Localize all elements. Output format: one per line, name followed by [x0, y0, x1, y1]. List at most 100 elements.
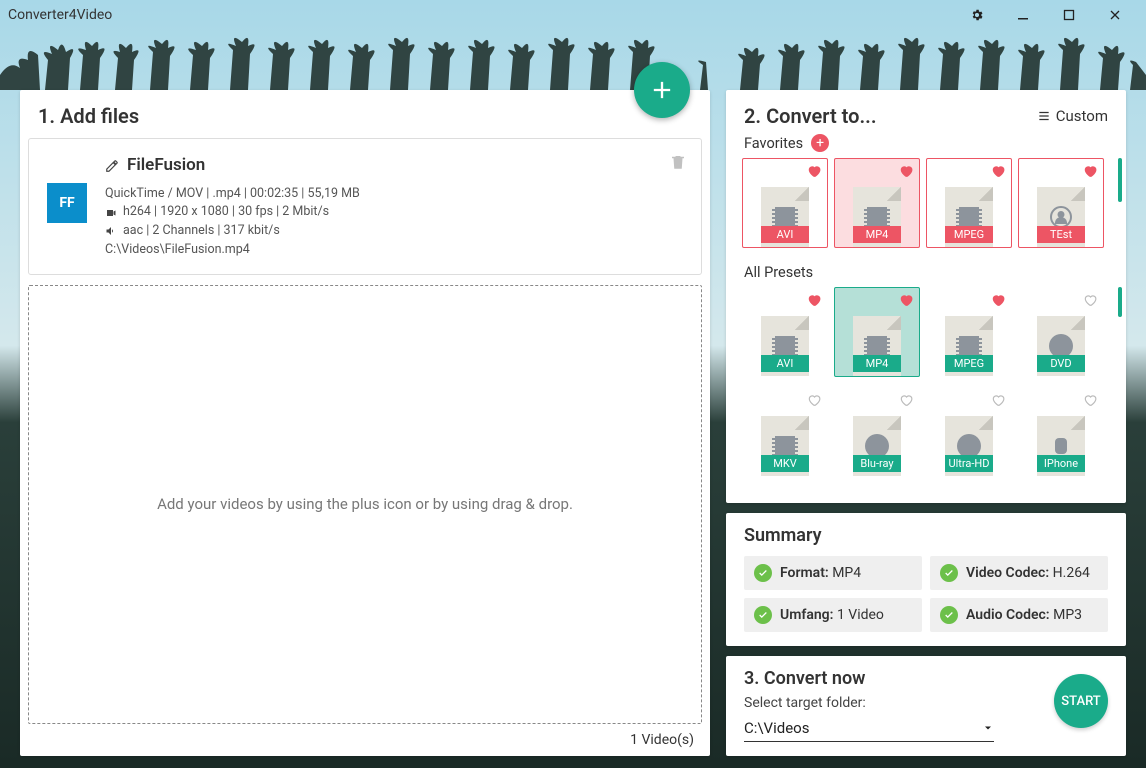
summary-umfang: Umfang: 1 Video	[744, 598, 922, 632]
close-icon	[1108, 8, 1122, 22]
chevron-down-icon	[982, 722, 994, 734]
preset-label: MKV	[761, 455, 809, 472]
preset-iphone[interactable]: IPhone	[1018, 387, 1104, 477]
preset-icon: Ultra-HD	[945, 416, 993, 476]
preset-icon: IPhone	[1037, 416, 1085, 476]
preset-label: MP4	[853, 226, 901, 243]
check-icon	[940, 606, 958, 624]
file-path: C:\Videos\FileFusion.mp4	[105, 241, 683, 260]
dropzone-text: Add your videos by using the plus icon o…	[157, 495, 573, 513]
favorite-toggle[interactable]	[991, 292, 1005, 311]
preset-label: Ultra-HD	[945, 455, 993, 472]
favorite-toggle[interactable]	[1083, 163, 1097, 182]
preset-label: MPEG	[945, 355, 993, 372]
summary-audio-codec: Audio Codec: MP3	[930, 598, 1108, 632]
preset-avi[interactable]: AVI	[742, 158, 828, 248]
plus-icon	[648, 76, 676, 104]
preset-mpeg[interactable]: MPEG	[926, 158, 1012, 248]
all-presets-label: All Presets	[726, 258, 1126, 287]
preset-label: TEst	[1037, 226, 1085, 243]
favorites-label: Favorites	[744, 135, 803, 152]
preset-label: AVI	[761, 355, 809, 372]
preset-label: MPEG	[945, 226, 993, 243]
favorite-toggle[interactable]	[991, 163, 1005, 182]
section-add-files-title: 1. Add files	[20, 90, 710, 138]
app-title: Converter4Video	[8, 7, 954, 23]
favorite-toggle[interactable]	[1083, 292, 1097, 311]
preset-label: DVD	[1037, 355, 1085, 372]
check-icon	[940, 564, 958, 582]
summary-panel: Summary Format: MP4 Video Codec: H.264 U…	[726, 513, 1126, 646]
delete-file-button[interactable]	[669, 153, 687, 175]
preset-label: AVI	[761, 226, 809, 243]
favorite-toggle[interactable]	[899, 292, 913, 311]
preset-icon: MP4	[853, 187, 901, 247]
titlebar: Converter4Video	[0, 0, 1146, 30]
favorites-scrollbar[interactable]	[1118, 158, 1122, 202]
file-meta-container: QuickTime / MOV | .mp4 | 00:02:35 | 55,1…	[105, 185, 683, 204]
preset-icon: MP4	[853, 316, 901, 376]
file-thumbnail: FF	[47, 183, 87, 223]
header-decoration	[0, 30, 1146, 90]
start-button[interactable]: START	[1054, 674, 1108, 728]
check-icon	[754, 606, 772, 624]
preset-icon: MPEG	[945, 316, 993, 376]
preset-icon: AVI	[761, 316, 809, 376]
preset-ultra-hd[interactable]: Ultra-HD	[926, 387, 1012, 477]
preset-test[interactable]: TEst	[1018, 158, 1104, 248]
minimize-icon	[1016, 8, 1030, 22]
preset-mpeg[interactable]: MPEG	[926, 287, 1012, 377]
favorite-toggle[interactable]	[807, 392, 821, 411]
convert-to-panel: 2. Convert to... Custom Favorites + AVI M…	[726, 90, 1126, 503]
file-meta-audio: aac | 2 Channels | 317 kbit/s	[123, 222, 280, 241]
summary-title: Summary	[744, 525, 1108, 546]
preset-icon: Blu-ray	[853, 416, 901, 476]
maximize-icon	[1062, 8, 1076, 22]
file-name: FileFusion	[127, 153, 205, 179]
favorite-toggle[interactable]	[807, 292, 821, 311]
dropzone[interactable]: Add your videos by using the plus icon o…	[28, 285, 702, 725]
maximize-button[interactable]	[1046, 0, 1092, 30]
settings-button[interactable]	[954, 0, 1000, 30]
add-favorite-button[interactable]: +	[811, 134, 829, 152]
file-count: 1 Video(s)	[20, 724, 710, 756]
favorite-toggle[interactable]	[899, 163, 913, 182]
preset-icon: DVD	[1037, 316, 1085, 376]
preset-icon: TEst	[1037, 187, 1085, 247]
gear-icon	[970, 8, 984, 22]
favorite-toggle[interactable]	[1083, 392, 1097, 411]
presets-scrollbar[interactable]	[1118, 287, 1122, 317]
add-files-panel: 1. Add files FF FileFusion QuickTime / M…	[20, 90, 710, 756]
favorite-toggle[interactable]	[991, 392, 1005, 411]
summary-format: Format: MP4	[744, 556, 922, 590]
target-folder-dropdown[interactable]: C:\Videos	[744, 715, 994, 742]
preset-dvd[interactable]: DVD	[1018, 287, 1104, 377]
file-meta-video: h264 | 1920 x 1080 | 30 fps | 2 Mbit/s	[123, 203, 329, 222]
target-folder-value: C:\Videos	[744, 719, 982, 737]
favorite-toggle[interactable]	[807, 163, 821, 182]
add-file-button[interactable]	[634, 62, 690, 118]
list-icon	[1036, 109, 1052, 123]
preset-label: Blu-ray	[853, 455, 901, 472]
preset-mkv[interactable]: MKV	[742, 387, 828, 477]
video-icon	[105, 207, 117, 219]
favorite-toggle[interactable]	[899, 392, 913, 411]
preset-label: MP4	[853, 355, 901, 372]
preset-mp4[interactable]: MP4	[834, 158, 920, 248]
preset-icon: MKV	[761, 416, 809, 476]
section-convert-to-title: 2. Convert to...	[744, 104, 877, 128]
summary-video-codec: Video Codec: H.264	[930, 556, 1108, 590]
minimize-button[interactable]	[1000, 0, 1046, 30]
section-convert-now-title: 3. Convert now	[744, 668, 1108, 689]
close-button[interactable]	[1092, 0, 1138, 30]
file-item[interactable]: FF FileFusion QuickTime / MOV | .mp4 | 0…	[28, 138, 702, 275]
preset-mp4[interactable]: MP4	[834, 287, 920, 377]
preset-avi[interactable]: AVI	[742, 287, 828, 377]
custom-preset-button[interactable]: Custom	[1036, 107, 1108, 125]
check-icon	[754, 564, 772, 582]
trash-icon	[669, 153, 687, 171]
edit-icon[interactable]	[105, 159, 119, 173]
plus-icon: +	[816, 136, 824, 150]
convert-now-panel: 3. Convert now Select target folder: C:\…	[726, 656, 1126, 756]
preset-blu-ray[interactable]: Blu-ray	[834, 387, 920, 477]
